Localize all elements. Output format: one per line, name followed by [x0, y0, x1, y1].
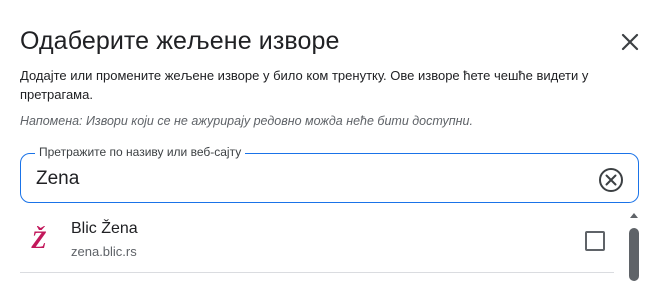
- search-label: Претражите по називу или веб-сајту: [35, 145, 246, 159]
- close-icon: [621, 33, 639, 51]
- chevron-up-icon: [630, 213, 638, 218]
- source-checkbox[interactable]: [585, 231, 605, 251]
- search-input[interactable]: [36, 166, 576, 192]
- select-sources-dialog: Одаберите жељене изворе Додајте или пром…: [0, 0, 670, 281]
- scrollbar-thumb[interactable]: [629, 228, 639, 281]
- source-name: Blic Žena: [71, 220, 138, 237]
- close-button[interactable]: [616, 28, 644, 56]
- search-field: Претражите по називу или веб-сајту: [20, 145, 639, 203]
- clear-circle-icon: [599, 168, 623, 192]
- dialog-note: Напомена: Извори који се не ажурирају ре…: [20, 114, 473, 128]
- list-item[interactable]: Ž Blic Žena zena.blic.rs: [20, 212, 614, 273]
- scroll-up-button[interactable]: [628, 210, 640, 220]
- list-divider: [20, 272, 614, 273]
- dialog-description: Додајте или промените жељене изворе у би…: [20, 68, 589, 102]
- blic-zena-logo-icon: Ž: [31, 227, 47, 254]
- source-url: zena.blic.rs: [71, 244, 137, 259]
- clear-search-button[interactable]: [598, 167, 624, 193]
- dialog-title: Одаберите жељене изворе: [20, 27, 340, 55]
- results-list: Ž Blic Žena zena.blic.rs: [20, 212, 614, 281]
